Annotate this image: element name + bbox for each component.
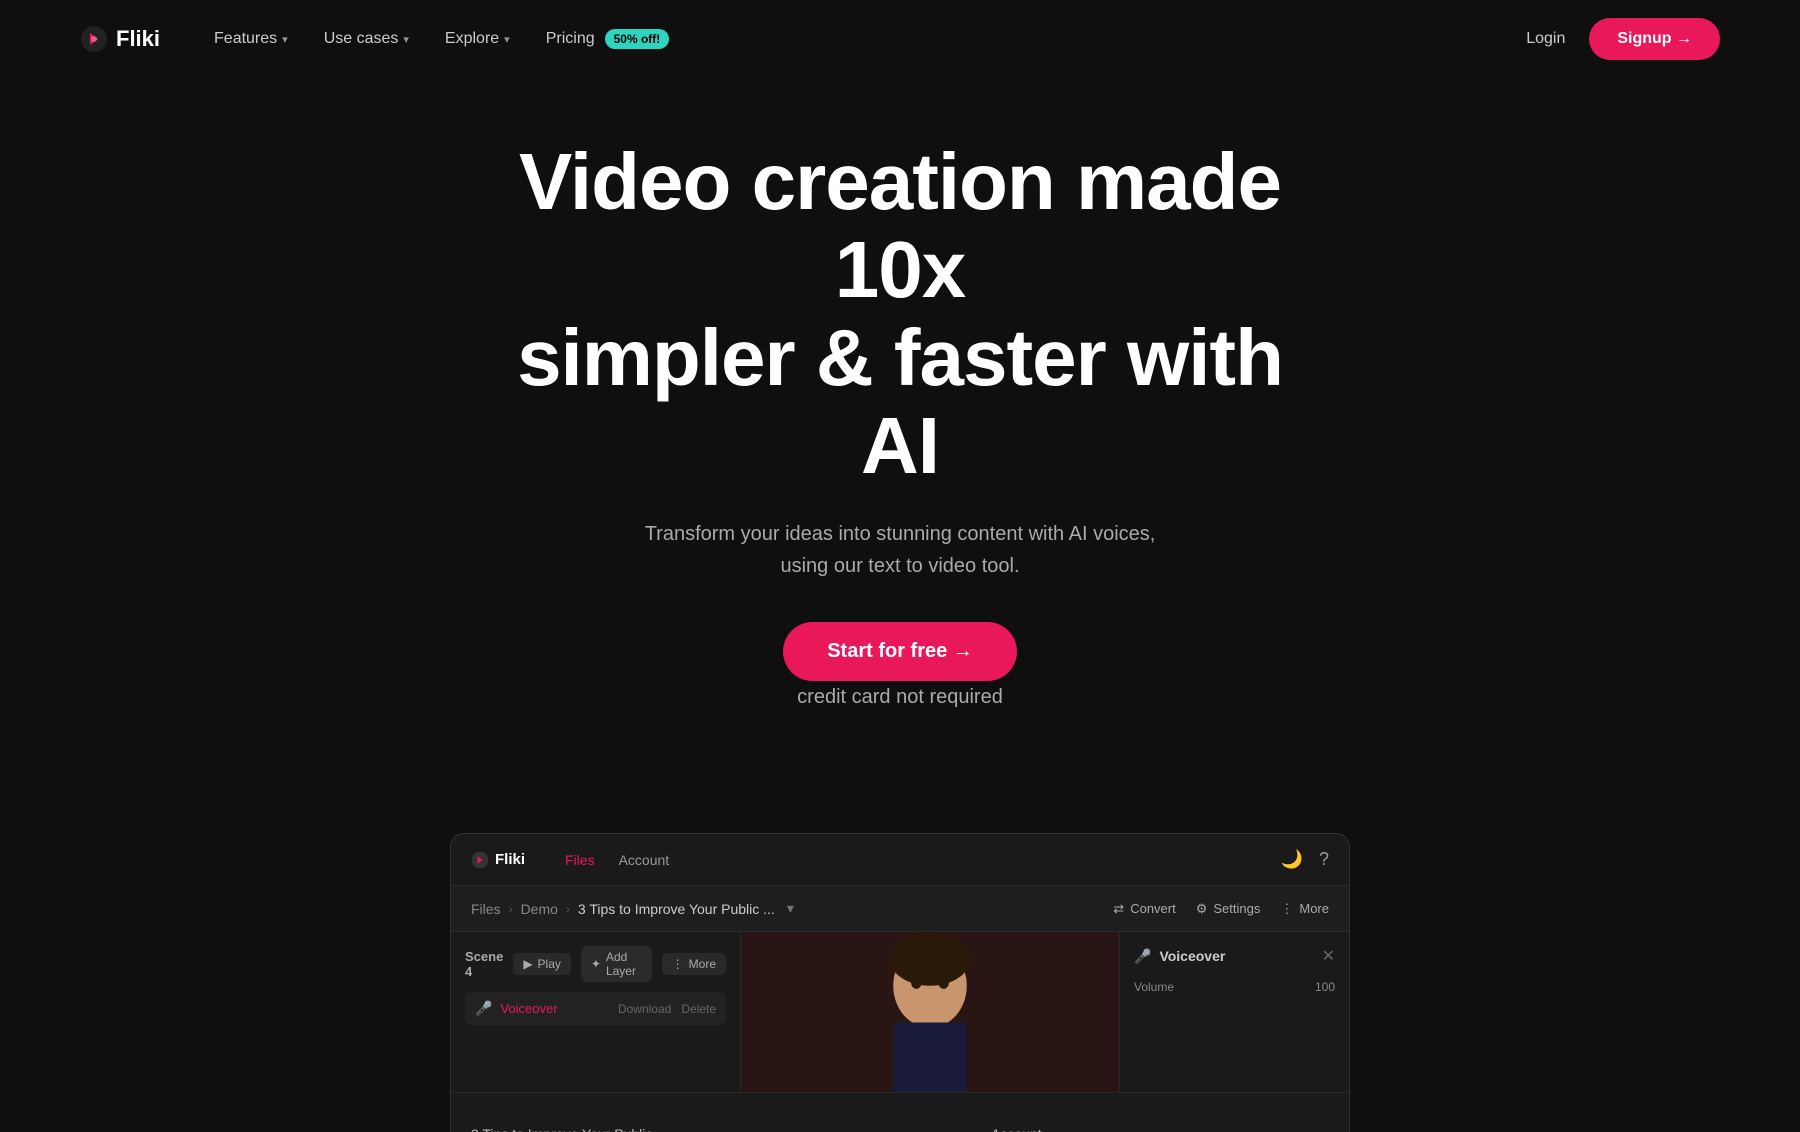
- breadcrumb-dropdown-icon[interactable]: ▾: [787, 900, 794, 917]
- app-logo-icon: [471, 851, 489, 869]
- voiceover-panel-close[interactable]: ✕: [1322, 946, 1335, 966]
- explore-nav-link[interactable]: Explore ▾: [431, 22, 524, 56]
- volume-row: Volume 100: [1134, 980, 1335, 994]
- play-icon: ▶: [523, 957, 532, 971]
- breadcrumb-demo[interactable]: Demo: [521, 901, 558, 917]
- pricing-nav-link[interactable]: Pricing 50% off!: [532, 21, 684, 57]
- breadcrumb-chevron-1: ›: [509, 902, 513, 916]
- nav-right: Login Signup →: [1526, 18, 1720, 60]
- breadcrumb-files[interactable]: Files: [471, 901, 501, 917]
- app-topbar: Fliki Files Account 🌙 ?: [451, 834, 1349, 886]
- scene-bar: Scene 4 ▶ Play ✦ Add Layer ⋮ More: [465, 946, 726, 982]
- hero-headline: Video creation made 10x simpler & faster…: [500, 138, 1300, 490]
- settings-action[interactable]: ⚙ Settings: [1196, 901, 1261, 917]
- logo[interactable]: Fliki: [80, 25, 160, 53]
- app-nav-account[interactable]: Account: [607, 846, 682, 874]
- add-layer-icon: ✦: [591, 957, 601, 971]
- hero-subtext: Transform your ideas into stunning conte…: [640, 518, 1160, 582]
- voiceover-panel-header: 🎤 Voiceover ✕: [1134, 946, 1335, 966]
- app-video-panel: [741, 932, 1119, 1092]
- delete-link[interactable]: Delete: [681, 1002, 716, 1016]
- convert-action[interactable]: ⇄ Convert: [1113, 901, 1175, 917]
- start-free-button[interactable]: Start for free →: [783, 622, 1017, 681]
- more-action[interactable]: ⋮ More: [1280, 901, 1329, 917]
- partial-text-account: Account: [991, 1126, 1042, 1132]
- video-placeholder: [741, 932, 1119, 1092]
- app-bottom-partial: 3 Tips to Improve Your Public Account: [451, 1092, 1349, 1132]
- credit-note: credit card not required: [640, 681, 1160, 713]
- volume-value: 100: [1315, 980, 1335, 994]
- fliki-logo-icon: [80, 25, 108, 53]
- voiceover-actions: Download Delete: [618, 1002, 716, 1016]
- signup-button[interactable]: Signup →: [1589, 18, 1720, 60]
- settings-icon: ⚙: [1196, 901, 1208, 917]
- app-logo: Fliki: [471, 851, 525, 869]
- voiceover-panel-title: 🎤 Voiceover: [1134, 948, 1225, 965]
- scene-more-icon: ⋮: [672, 957, 684, 971]
- nav-links: Features ▾ Use cases ▾ Explore ▾ Pricing…: [200, 21, 1526, 57]
- voiceover-label[interactable]: Voiceover: [500, 1001, 557, 1016]
- help-icon[interactable]: ?: [1319, 849, 1329, 870]
- app-right-panel: 🎤 Voiceover ✕ Volume 100: [1119, 932, 1349, 1092]
- breadcrumb-path: Files › Demo › 3 Tips to Improve Your Pu…: [471, 900, 1113, 917]
- breadcrumb-chevron-2: ›: [566, 902, 570, 916]
- dark-mode-icon[interactable]: 🌙: [1281, 849, 1303, 870]
- navigation: Fliki Features ▾ Use cases ▾ Explore ▾ P…: [0, 0, 1800, 78]
- scene-more-button[interactable]: ⋮ More: [662, 953, 726, 975]
- use-cases-nav-link[interactable]: Use cases ▾: [310, 22, 423, 56]
- discount-badge: 50% off!: [605, 29, 670, 49]
- play-button[interactable]: ▶ Play: [513, 953, 571, 975]
- more-icon: ⋮: [1280, 901, 1293, 917]
- features-chevron-icon: ▾: [282, 33, 288, 46]
- app-topbar-right: 🌙 ?: [1281, 849, 1329, 870]
- app-preview: Fliki Files Account 🌙 ? Files › Demo › 3…: [450, 833, 1350, 1132]
- login-link[interactable]: Login: [1526, 30, 1565, 48]
- voiceover-panel-mic-icon: 🎤: [1134, 948, 1151, 965]
- explore-chevron-icon: ▾: [504, 33, 510, 46]
- video-content: [741, 932, 1119, 1092]
- use-cases-chevron-icon: ▾: [403, 33, 409, 46]
- app-nav-files[interactable]: Files: [553, 846, 607, 874]
- features-nav-link[interactable]: Features ▾: [200, 22, 302, 56]
- partial-text-title: 3 Tips to Improve Your Public: [471, 1126, 652, 1132]
- convert-icon: ⇄: [1113, 901, 1124, 917]
- scene-label: Scene 4: [465, 949, 503, 979]
- breadcrumb-current[interactable]: 3 Tips to Improve Your Public ...: [578, 901, 775, 917]
- app-breadcrumb: Files › Demo › 3 Tips to Improve Your Pu…: [451, 886, 1349, 932]
- volume-label: Volume: [1134, 980, 1174, 994]
- voiceover-mic-icon: 🎤: [475, 1000, 492, 1017]
- add-layer-button[interactable]: ✦ Add Layer: [581, 946, 652, 982]
- download-link[interactable]: Download: [618, 1002, 671, 1016]
- voiceover-item: 🎤 Voiceover Download Delete: [465, 992, 726, 1025]
- app-left-panel: Scene 4 ▶ Play ✦ Add Layer ⋮ More 🎤 Voic…: [451, 932, 741, 1092]
- hero-section: Video creation made 10x simpler & faster…: [0, 78, 1800, 803]
- app-content: Scene 4 ▶ Play ✦ Add Layer ⋮ More 🎤 Voic…: [451, 932, 1349, 1092]
- breadcrumb-actions: ⇄ Convert ⚙ Settings ⋮ More: [1113, 901, 1329, 917]
